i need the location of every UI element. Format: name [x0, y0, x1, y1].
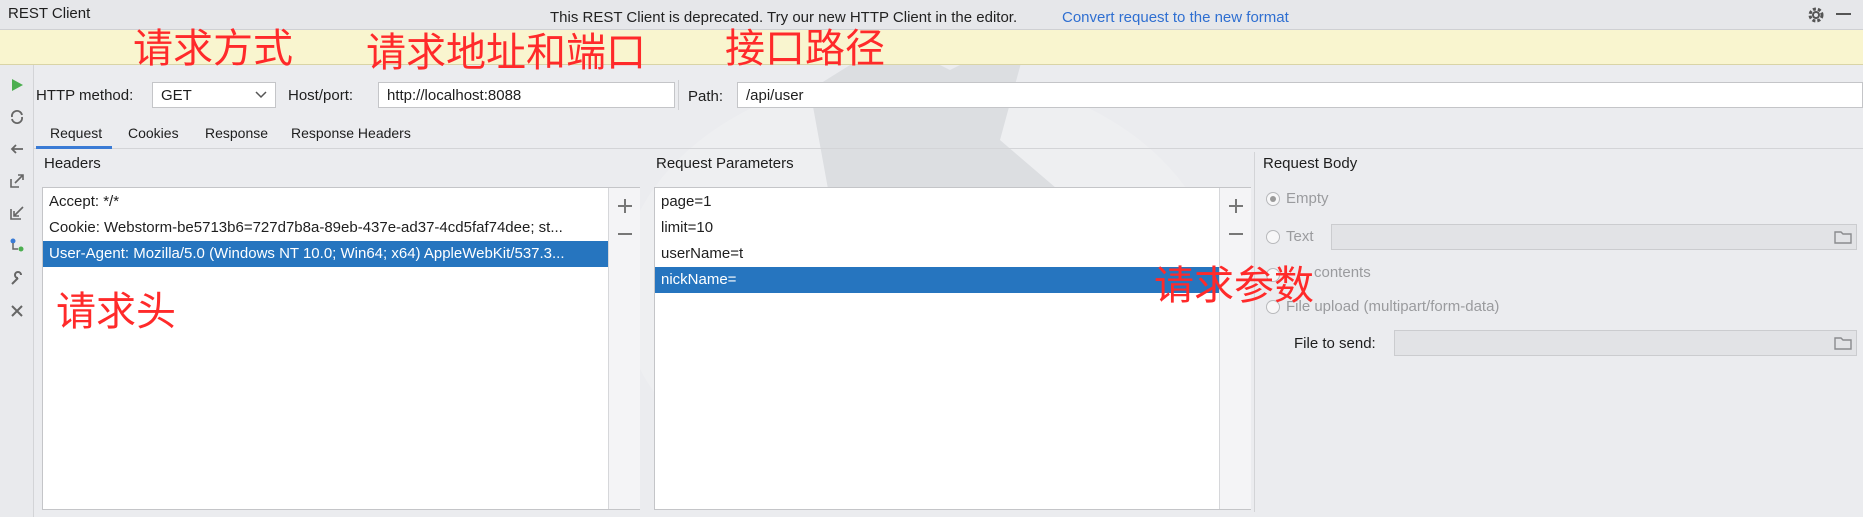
headers-list: Accept: */* Cookie: Webstorm-be5713b6=72… [43, 189, 608, 267]
path-label: Path: [688, 88, 724, 105]
import-icon[interactable] [6, 202, 28, 224]
remove-param-icon[interactable] [1226, 224, 1246, 244]
tab-request[interactable]: Request [36, 118, 116, 148]
param-row[interactable]: page=1 [655, 189, 1219, 215]
params-panel: page=1 limit=10 userName=t nickName= [654, 187, 1251, 510]
text-label: Text [1286, 228, 1314, 245]
minimize-icon[interactable] [1836, 13, 1851, 15]
header-row[interactable]: Accept: */* [43, 189, 608, 215]
param-row-selected[interactable]: nickName= [655, 267, 1219, 293]
header-row[interactable]: Cookie: Webstorm-be5713b6=727d7b8a-89eb-… [43, 215, 608, 241]
empty-label: Empty [1286, 190, 1329, 207]
tab-divider [33, 148, 1863, 149]
tab-cookies[interactable]: Cookies [114, 118, 193, 148]
request-body-title: Request Body [1263, 155, 1358, 172]
params-list: page=1 limit=10 userName=t nickName= [655, 189, 1219, 293]
remove-header-icon[interactable] [615, 224, 635, 244]
left-toolbar [0, 65, 34, 517]
divider [678, 80, 679, 110]
annotation-address: 请求地址和端口 [366, 30, 646, 76]
generate-icon[interactable] [6, 234, 28, 256]
folder-icon[interactable] [1834, 336, 1852, 350]
headers-side-toolbar [608, 188, 640, 509]
headers-panel: Accept: */* Cookie: Webstorm-be5713b6=72… [42, 187, 640, 510]
file-to-send-label: File to send: [1294, 335, 1376, 352]
host-port-label: Host/port: [288, 87, 354, 104]
annotation-headers: 请求头 [56, 289, 176, 335]
param-row[interactable]: userName=t [655, 241, 1219, 267]
annotation-params: 请求参数 [1154, 263, 1314, 309]
export-icon[interactable] [6, 170, 28, 192]
convert-request-link[interactable]: Convert request to the new format [1062, 9, 1289, 26]
gear-icon[interactable] [1806, 5, 1826, 25]
http-method-label: HTTP method: [36, 87, 134, 104]
text-radio[interactable] [1266, 230, 1280, 244]
params-side-toolbar [1219, 188, 1251, 509]
empty-radio[interactable] [1266, 192, 1280, 206]
run-icon[interactable] [6, 74, 28, 96]
refresh-icon[interactable] [6, 106, 28, 128]
annotation-path: 接口路径 [725, 26, 885, 72]
banner-message: This REST Client is deprecated. Try our … [550, 9, 1018, 26]
param-row[interactable]: limit=10 [655, 215, 1219, 241]
headers-title: Headers [44, 155, 101, 172]
section-divider [1254, 152, 1255, 512]
file-contents-label: contents [1314, 264, 1371, 281]
file-upload-label: File upload (multipart/form-data) [1286, 298, 1500, 315]
window-title: REST Client [8, 5, 91, 22]
add-param-icon[interactable] [1226, 196, 1246, 216]
wrench-icon[interactable] [6, 268, 28, 290]
add-header-icon[interactable] [615, 196, 635, 216]
active-tab-indicator [36, 146, 112, 149]
header-row-selected[interactable]: User-Agent: Mozilla/5.0 (Windows NT 10.0… [43, 241, 608, 267]
host-port-input[interactable]: http://localhost:8088 [378, 82, 675, 108]
chevron-down-icon [255, 91, 267, 99]
path-input[interactable]: /api/user [737, 82, 1863, 108]
tab-response-headers[interactable]: Response Headers [277, 118, 425, 148]
tab-response[interactable]: Response [191, 118, 282, 148]
request-parameters-title: Request Parameters [656, 155, 794, 172]
http-method-value: GET [161, 87, 192, 104]
folder-icon[interactable] [1834, 230, 1852, 244]
text-body-input[interactable] [1331, 224, 1857, 250]
annotation-method: 请求方式 [133, 26, 293, 72]
file-to-send-input[interactable] [1394, 330, 1857, 356]
back-arrow-icon[interactable] [6, 138, 28, 160]
close-icon[interactable] [6, 300, 28, 322]
